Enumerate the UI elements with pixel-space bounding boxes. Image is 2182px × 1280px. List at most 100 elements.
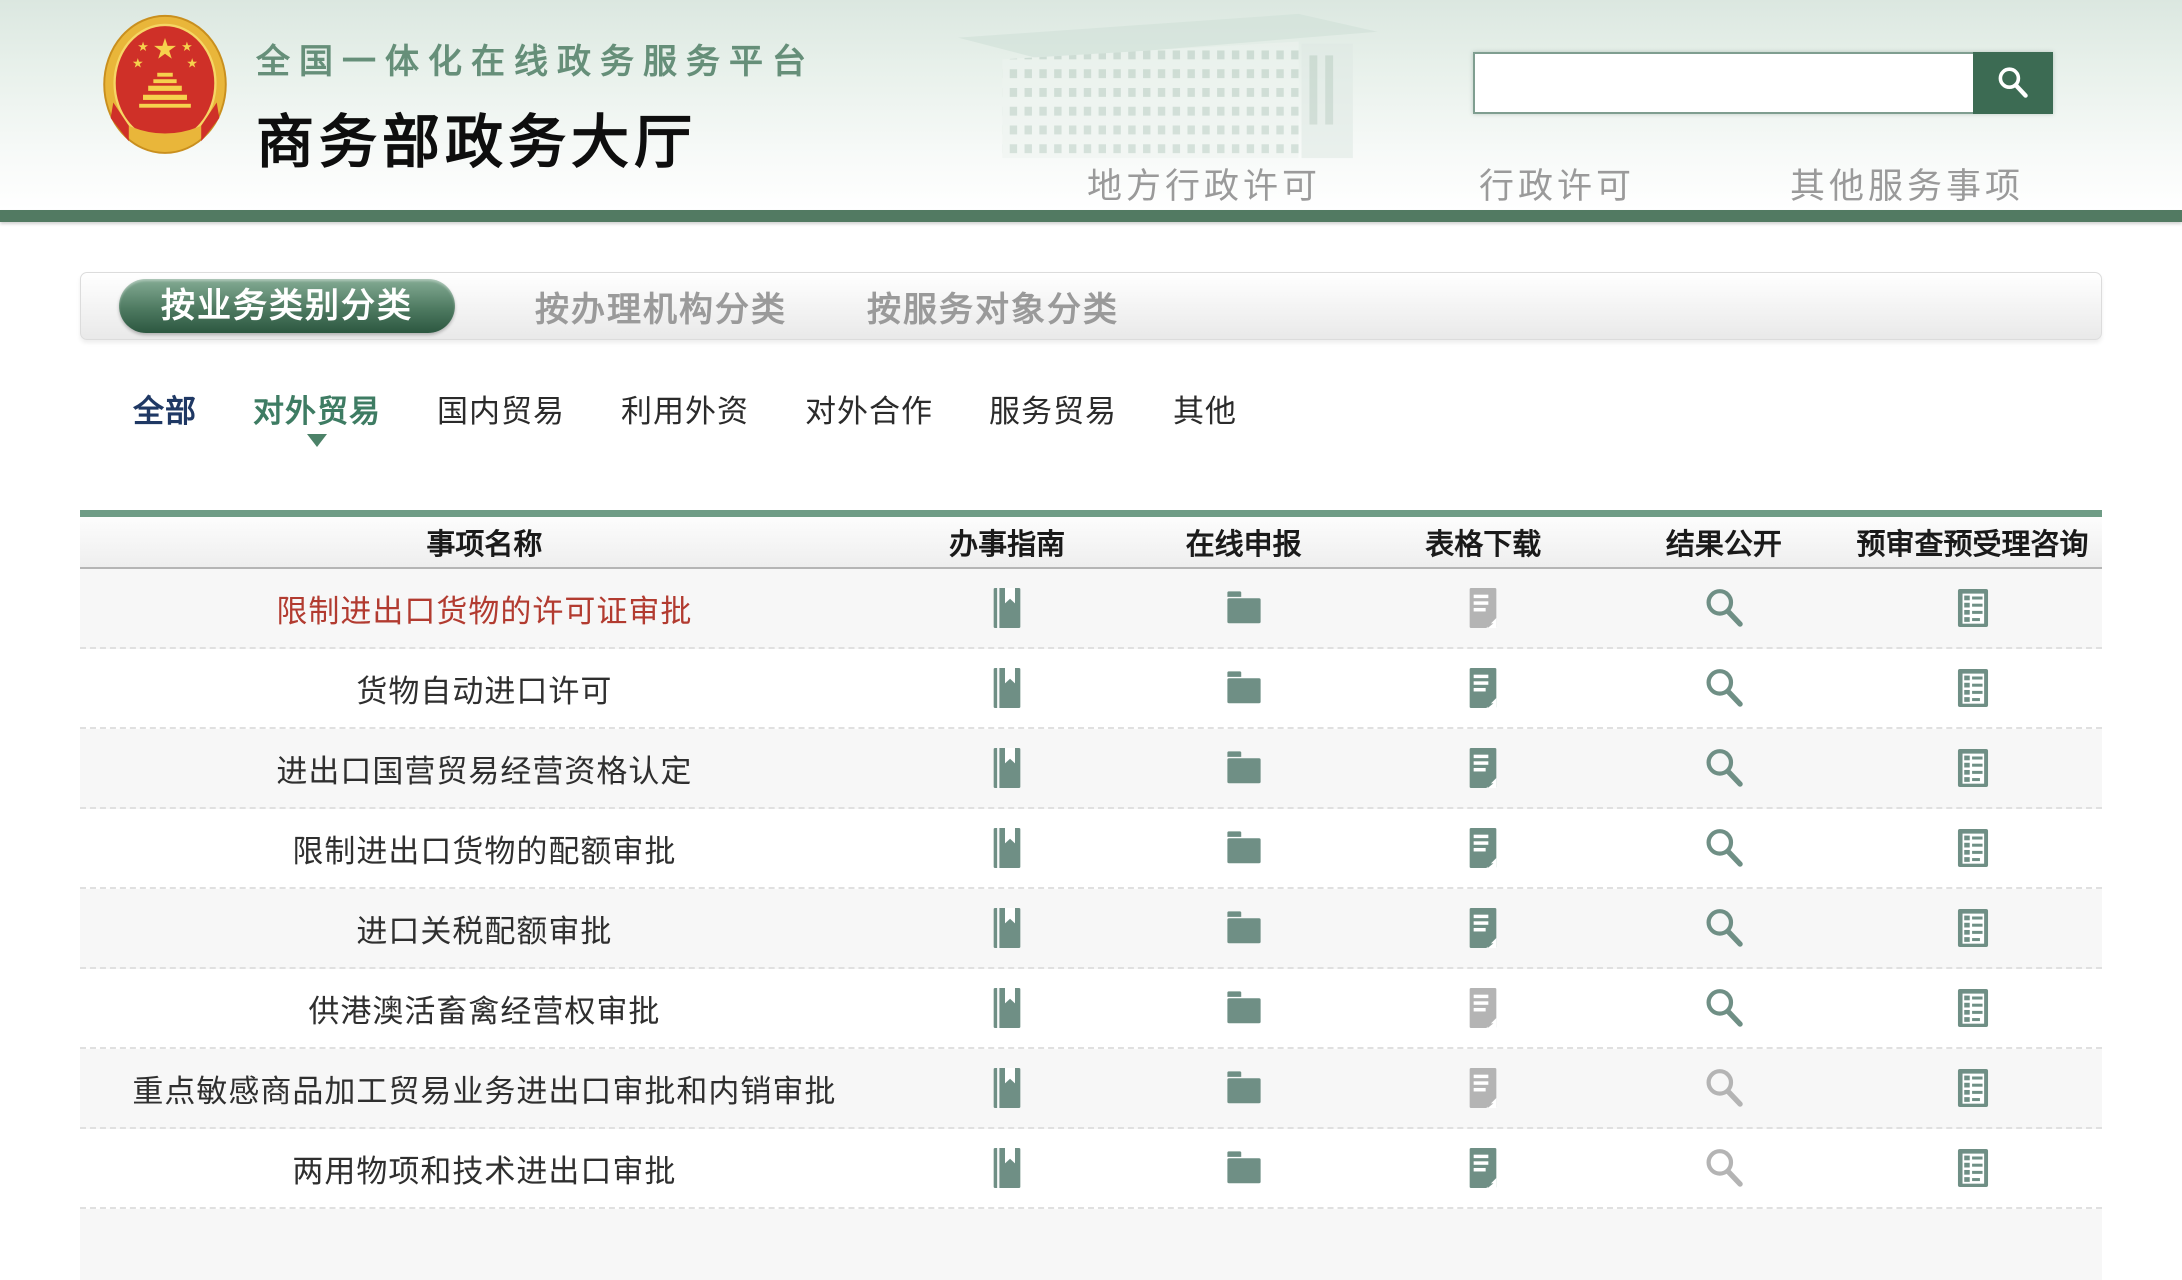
svg-text:★: ★ [152,34,178,66]
tab-1[interactable]: 按业务类别分类 [119,279,455,333]
item-name-cell: 进出口国营贸易经营资格认定 [80,746,889,791]
filter-item-1[interactable]: 全部 [133,386,197,431]
result-search-icon[interactable] [1605,747,1844,789]
tab-3[interactable]: 按服务对象分类 [867,282,1119,331]
table-row: 限制进出口货物的许可证审批 [80,569,2102,649]
item-name-link[interactable]: 限制进出口货物的许可证审批 [276,594,692,629]
filter-item-3[interactable]: 国内贸易 [437,386,565,431]
item-name-link[interactable]: 进口关税配额审批 [356,914,612,949]
result-search-icon[interactable] [1605,987,1844,1029]
guide-book-icon[interactable] [889,586,1126,630]
item-name-cell: 限制进出口货物的配额审批 [80,826,889,871]
item-name-cell: 进口关税配额审批 [80,906,889,951]
svg-text:★: ★ [132,56,144,71]
table-body: 限制进出口货物的许可证审批 货物自动进口许可 [80,569,2102,1209]
online-apply-folder-icon[interactable] [1125,750,1362,786]
form-download-icon [1362,1066,1605,1110]
result-search-icon[interactable] [1605,587,1844,629]
online-apply-folder-icon[interactable] [1125,670,1362,706]
consult-table-icon[interactable] [1843,746,2102,790]
top-nav: 地方行政许可 行政许可 其他服务事项 [0,158,2182,210]
search-button[interactable] [1973,52,2053,114]
table-row: 货物自动进口许可 [80,649,2102,729]
result-search-icon[interactable] [1605,667,1844,709]
online-apply-folder-icon[interactable] [1125,830,1362,866]
form-download-icon [1362,986,1605,1030]
guide-book-icon[interactable] [889,746,1126,790]
search-icon [1995,65,2031,101]
item-name-link[interactable]: 重点敏感商品加工贸易业务进出口审批和内销审批 [132,1074,836,1109]
service-items-table: 事项名称办事指南在线申报表格下载结果公开预审查预受理咨询 限制进出口货物的许可证… [80,510,2102,1280]
filter-item-2[interactable]: 对外贸易 [253,386,381,431]
business-filters: 全部 对外贸易 国内贸易 利用外资 对外合作 服务贸易 其他 [80,386,2102,448]
table-row: 重点敏感商品加工贸易业务进出口审批和内销审批 [80,1049,2102,1129]
consult-table-icon[interactable] [1843,666,2102,710]
table-header-row: 事项名称办事指南在线申报表格下载结果公开预审查预受理咨询 [80,517,2102,569]
guide-book-icon[interactable] [889,826,1126,870]
result-search-icon [1605,1067,1844,1109]
guide-book-icon[interactable] [889,1146,1126,1190]
site-header: ★ ★ ★ ★ ★ 全国一体化在线政务服务平台 商务部政务大厅 地方行政许可行政… [0,0,2182,222]
consult-table-icon[interactable] [1843,1066,2102,1110]
nav-item-1[interactable]: 地方行政许可 [1087,158,1321,209]
item-name-cell: 货物自动进口许可 [80,666,889,711]
svg-text:★: ★ [186,56,198,71]
result-search-icon[interactable] [1605,907,1844,949]
online-apply-folder-icon[interactable] [1125,1070,1362,1106]
guide-book-icon[interactable] [889,906,1126,950]
table-next-row-partial [80,1209,2102,1280]
header-divider [0,210,2182,222]
search-input[interactable] [1473,52,1973,114]
online-apply-folder-icon[interactable] [1125,990,1362,1026]
online-apply-folder-icon[interactable] [1125,910,1362,946]
tab-2[interactable]: 按办理机构分类 [535,282,787,331]
column-header-1: 事项名称 [80,521,889,563]
nav-item-2[interactable]: 行政许可 [1479,158,1635,209]
item-name-cell: 重点敏感商品加工贸易业务进出口审批和内销审批 [80,1066,889,1111]
consult-table-icon[interactable] [1843,826,2102,870]
guide-book-icon[interactable] [889,986,1126,1030]
consult-table-icon[interactable] [1843,906,2102,950]
filter-item-4[interactable]: 利用外资 [621,386,749,431]
table-row: 两用物项和技术进出口审批 [80,1129,2102,1209]
online-apply-folder-icon[interactable] [1125,1150,1362,1186]
building-watermark [945,8,1425,166]
svg-text:★: ★ [137,39,149,54]
filter-item-6[interactable]: 服务贸易 [989,386,1117,431]
main-content: 按业务类别分类 按办理机构分类 按服务对象分类 全部 对外贸易 国内贸易 利用外资 对外合作… [0,272,2182,1280]
filter-item-7[interactable]: 其他 [1173,386,1237,431]
item-name-link[interactable]: 两用物项和技术进出口审批 [292,1154,676,1189]
item-name-cell: 两用物项和技术进出口审批 [80,1146,889,1191]
item-name-cell: 供港澳活畜禽经营权审批 [80,986,889,1031]
column-header-2: 办事指南 [889,521,1126,563]
table-row: 进出口国营贸易经营资格认定 [80,729,2102,809]
form-download-icon[interactable] [1362,1146,1605,1190]
guide-book-icon[interactable] [889,1066,1126,1110]
filter-item-5[interactable]: 对外合作 [805,386,933,431]
form-download-icon[interactable] [1362,906,1605,950]
consult-table-icon[interactable] [1843,586,2102,630]
svg-text:★: ★ [181,39,193,54]
item-name-link[interactable]: 供港澳活畜禽经营权审批 [308,994,660,1029]
guide-book-icon[interactable] [889,666,1126,710]
result-search-icon [1605,1147,1844,1189]
column-header-3: 在线申报 [1125,521,1362,563]
form-download-icon[interactable] [1362,826,1605,870]
searchbar [1473,52,2053,114]
form-download-icon[interactable] [1362,666,1605,710]
column-header-4: 表格下载 [1362,521,1605,563]
platform-title: 全国一体化在线政务服务平台 [256,34,815,83]
result-search-icon[interactable] [1605,827,1844,869]
item-name-link[interactable]: 进出口国营贸易经营资格认定 [276,754,692,789]
table-row: 供港澳活畜禽经营权审批 [80,969,2102,1049]
form-download-icon[interactable] [1362,746,1605,790]
category-tabbar: 按业务类别分类 按办理机构分类 按服务对象分类 [80,272,2102,340]
consult-table-icon[interactable] [1843,1146,2102,1190]
consult-table-icon[interactable] [1843,986,2102,1030]
item-name-link[interactable]: 货物自动进口许可 [356,674,612,709]
column-header-5: 结果公开 [1605,521,1844,563]
online-apply-folder-icon[interactable] [1125,590,1362,626]
table-top-border [80,510,2102,517]
item-name-link[interactable]: 限制进出口货物的配额审批 [292,834,676,869]
nav-item-3[interactable]: 其他服务事项 [1790,158,2024,209]
